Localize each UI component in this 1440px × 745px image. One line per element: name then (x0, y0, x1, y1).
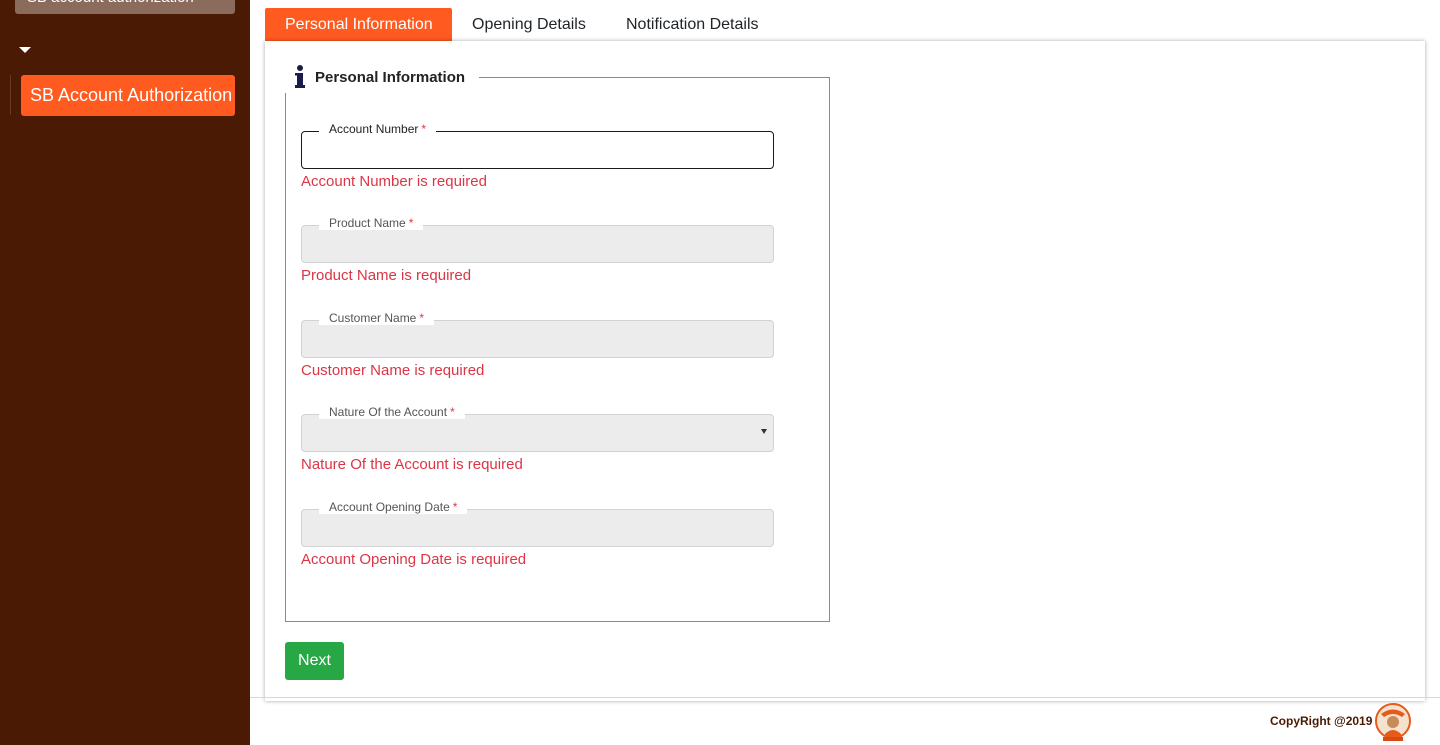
tab-opening-details[interactable]: Opening Details (452, 8, 606, 42)
form-panel: Personal Information Account Number * Acc… (265, 41, 1425, 701)
footer-divider (250, 697, 1440, 698)
next-button[interactable]: Next (285, 642, 344, 680)
product-name-input[interactable] (301, 225, 774, 263)
sidebar-search-box[interactable]: SB account authorization (15, 0, 235, 14)
account-number-input[interactable] (301, 131, 774, 169)
caret-down-icon[interactable] (19, 47, 31, 53)
section-title: Personal Information (315, 68, 466, 86)
customer-name-label: Customer Name * (319, 311, 435, 325)
nature-of-account-select[interactable] (301, 414, 774, 452)
account-opening-date-input[interactable] (301, 509, 774, 547)
fieldset-legend: Personal Information (285, 61, 480, 93)
nature-of-account-label: Nature Of the Account * (319, 405, 465, 419)
info-icon (295, 65, 305, 88)
tab-notification-details[interactable]: Notification Details (606, 8, 779, 42)
sidebar: SB account authorization SB Account Auth… (0, 0, 250, 745)
copyright-text: CopyRight @2019 (1270, 714, 1373, 728)
customer-name-error: Customer Name is required (301, 362, 485, 379)
sidebar-search-text: SB account authorization (27, 0, 207, 8)
account-opening-date-error: Account Opening Date is required (301, 551, 527, 568)
account-number-label: Account Number * (319, 122, 437, 136)
chevron-down-icon (761, 429, 767, 434)
tab-personal-information[interactable]: Personal Information (265, 8, 452, 42)
product-name-label: Product Name * (319, 216, 424, 230)
sidebar-item-sb-account-authorization[interactable]: SB Account Authorization (21, 75, 235, 116)
emblem-logo-icon (1375, 703, 1411, 741)
account-number-error: Account Number is required (301, 173, 487, 190)
product-name-error: Product Name is required (301, 267, 472, 284)
account-opening-date-label: Account Opening Date * (319, 500, 468, 514)
nature-of-account-error: Nature Of the Account is required (301, 456, 523, 473)
customer-name-input[interactable] (301, 320, 774, 358)
sidebar-divider (10, 75, 11, 115)
